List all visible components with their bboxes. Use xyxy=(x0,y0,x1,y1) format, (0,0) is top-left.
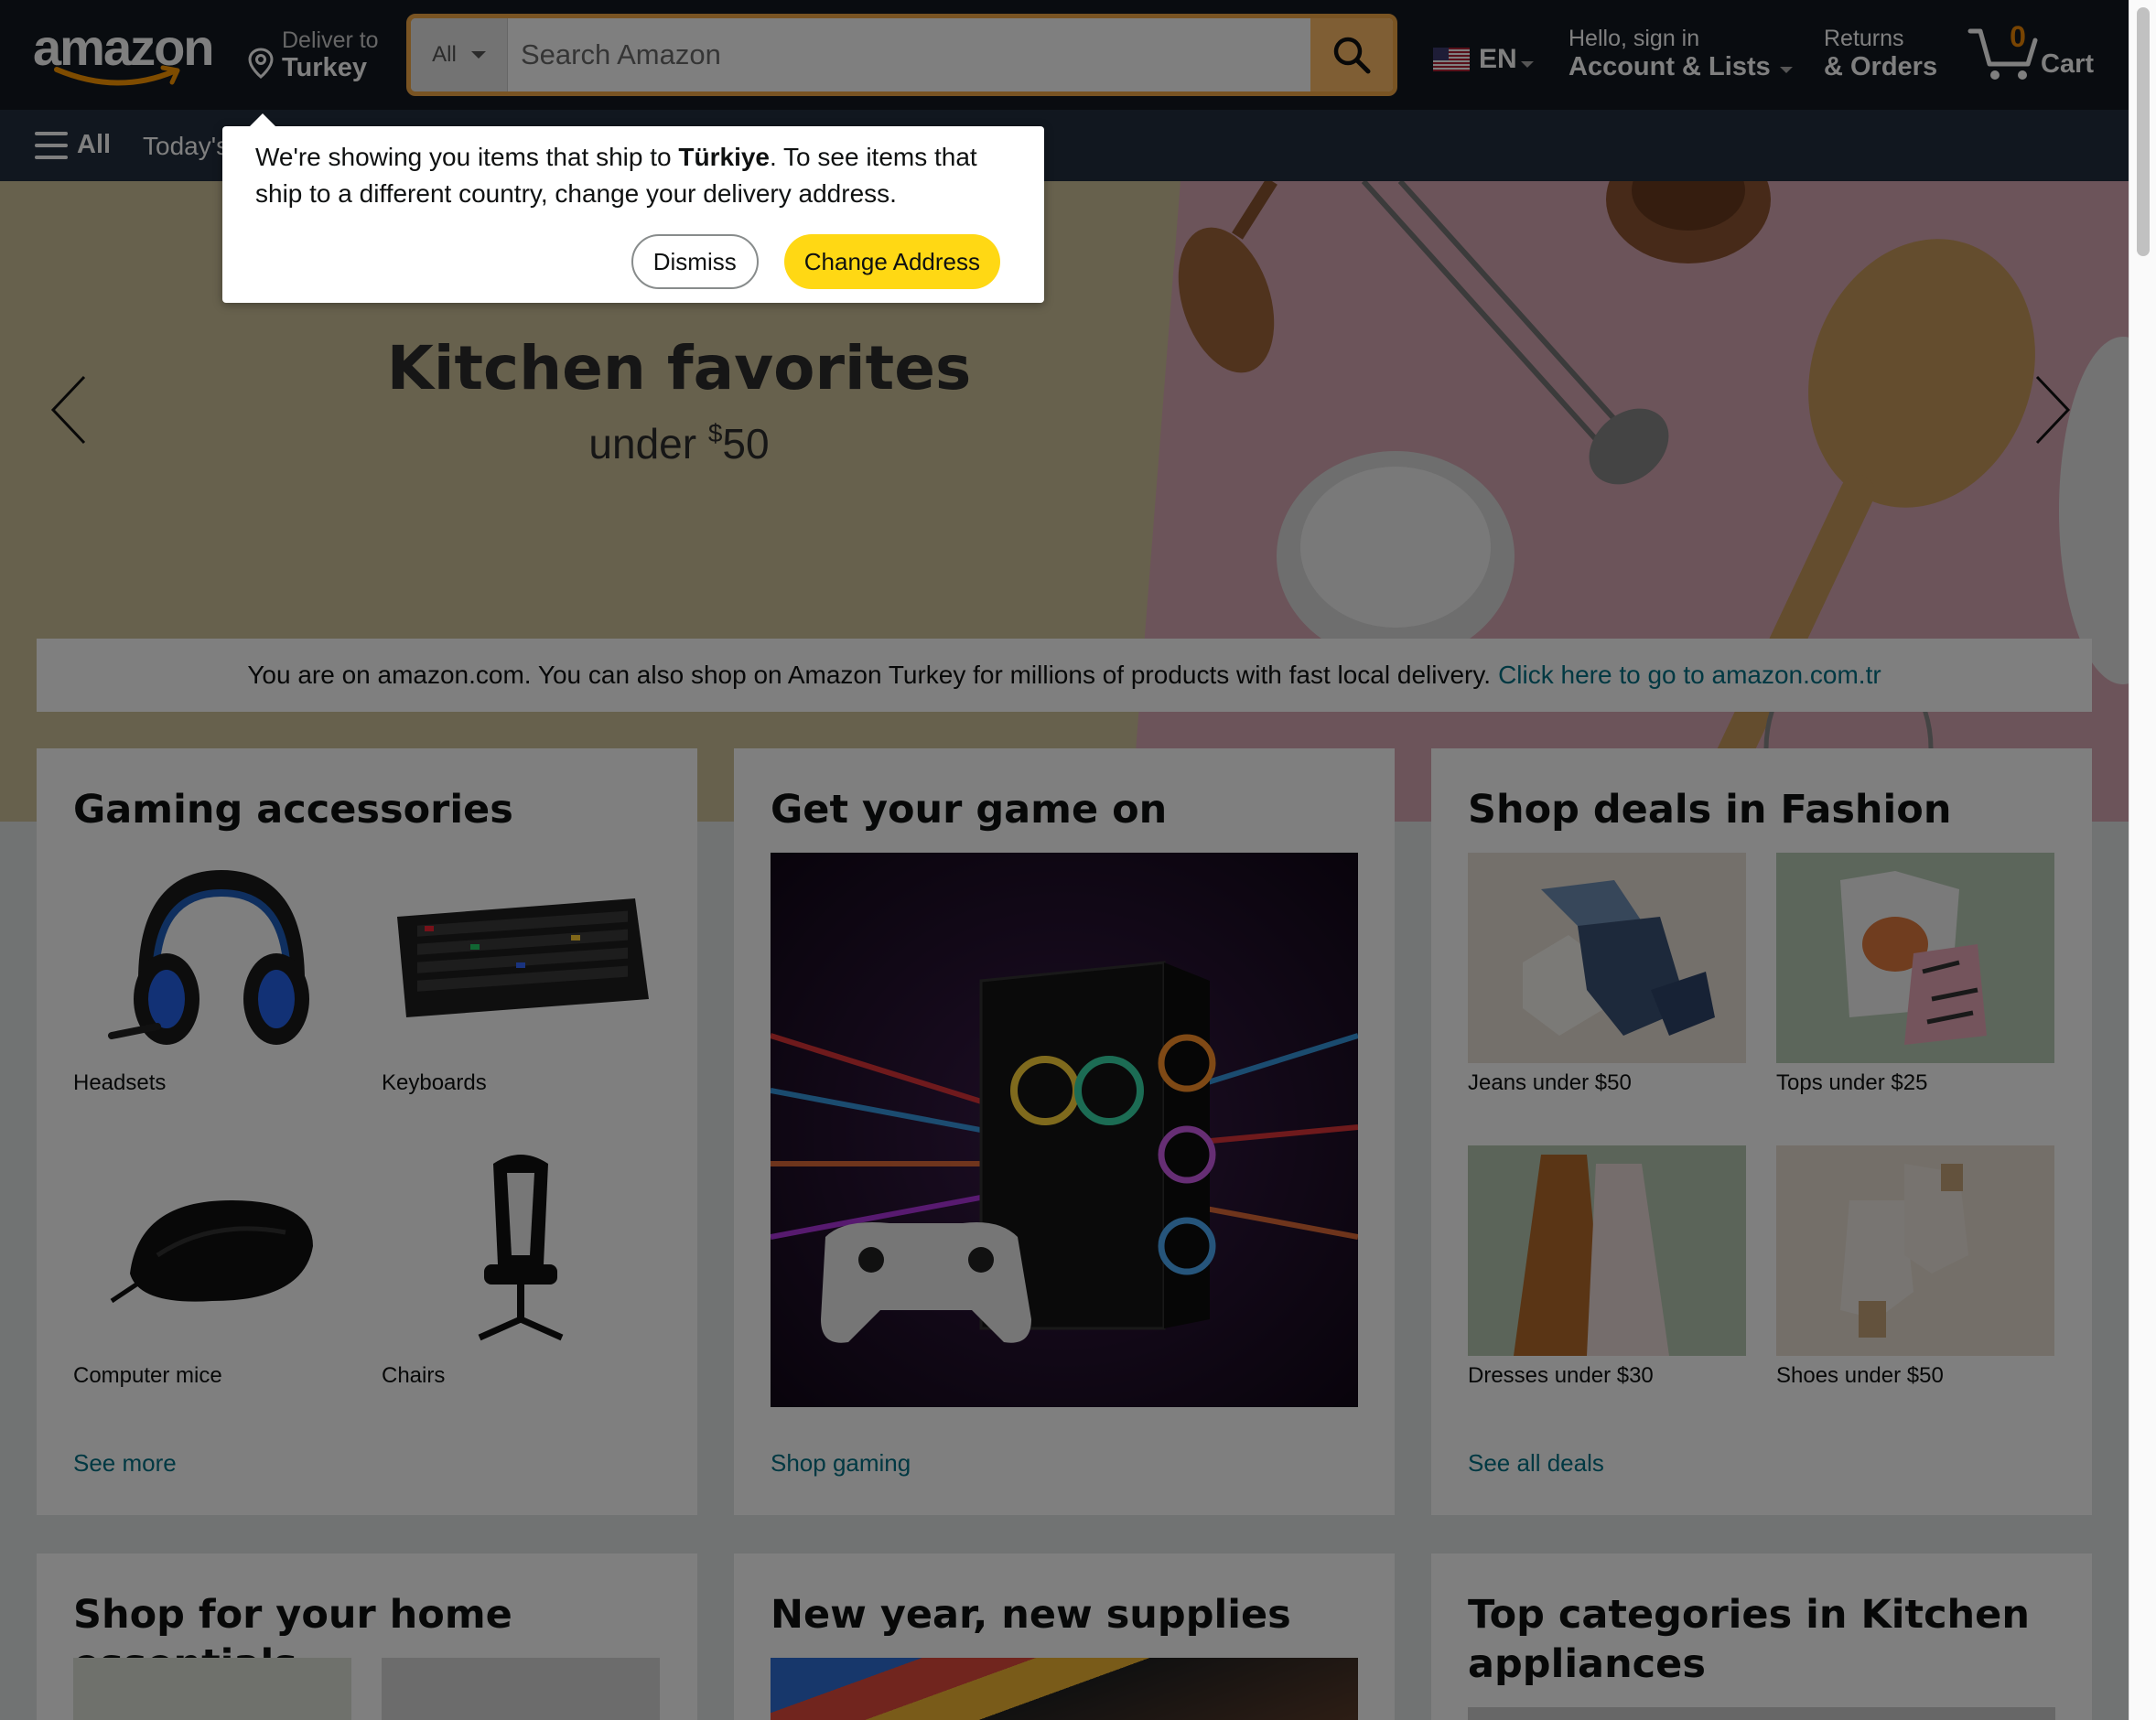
language-selector[interactable]: EN xyxy=(1433,44,1534,75)
account-greeting: Hello, sign in xyxy=(1568,26,1700,51)
popover-country: Türkiye xyxy=(678,143,770,171)
nav-todays-deals[interactable]: Today's xyxy=(143,132,229,161)
gaming-pc-image[interactable] xyxy=(771,853,1358,1407)
card-gaming-accessories: Gaming accessories Headsets Keyboards Co… xyxy=(37,748,697,1515)
card-item-headsets[interactable]: Headsets xyxy=(73,853,351,1096)
card-kitchen-appliances: Top categories in Kitchen appliances xyxy=(1431,1553,2092,1720)
card-item-label: Headsets xyxy=(73,1070,167,1095)
logo-smile-icon xyxy=(54,65,180,86)
caret-down-icon xyxy=(470,51,486,59)
chevron-left-icon[interactable] xyxy=(48,373,90,446)
magnifier-icon xyxy=(1333,37,1371,74)
home-essentials-image-1[interactable] xyxy=(73,1658,351,1720)
card-item-chairs[interactable]: Chairs xyxy=(382,1145,660,1389)
supplies-image[interactable] xyxy=(771,1658,1358,1720)
card-title: Gaming accessories xyxy=(73,787,513,833)
locale-info-bar: You are on amazon.com. You can also shop… xyxy=(37,639,2092,712)
shop-gaming-link[interactable]: Shop gaming xyxy=(771,1449,911,1478)
see-all-deals-link[interactable]: See all deals xyxy=(1468,1449,1604,1478)
card-item-label: Chairs xyxy=(382,1363,446,1388)
computer-mouse-image xyxy=(73,1145,351,1356)
returns-orders[interactable]: Returns & Orders xyxy=(1824,26,1952,82)
hamburger-icon xyxy=(35,131,68,159)
card-shop-deals-fashion: Shop deals in Fashion Jeans under $50 To… xyxy=(1431,748,2092,1515)
account-label-row: Account & Lists xyxy=(1568,52,1797,82)
page-scrollbar[interactable] xyxy=(2129,0,2156,1720)
hero-title: Kitchen favorites xyxy=(386,333,972,403)
nav-belt: amazon Deliver to Turkey All Search Amaz… xyxy=(0,0,2129,110)
card-item-label: Tops under $25 xyxy=(1776,1070,1928,1095)
card-new-year-supplies: New year, new supplies xyxy=(734,1553,1395,1720)
kitchen-appliances-image[interactable] xyxy=(1468,1707,2055,1720)
headset-image xyxy=(73,853,351,1063)
hero-subtitle-amount: 50 xyxy=(722,420,770,468)
card-item-jeans[interactable]: Jeans under $50 xyxy=(1468,853,1746,1096)
search-input[interactable] xyxy=(508,18,1310,91)
search-category-dropdown[interactable]: All xyxy=(411,18,508,91)
card-item-label: Keyboards xyxy=(382,1070,487,1095)
card-item-tops[interactable]: Tops under $25 xyxy=(1776,853,2054,1096)
card-home-essentials: Shop for your home essentials xyxy=(37,1553,697,1720)
hero-subtitle: under $50 xyxy=(588,419,769,468)
card-item-dresses[interactable]: Dresses under $30 xyxy=(1468,1145,1746,1389)
account-label: Account & Lists xyxy=(1568,52,1771,81)
location-pin-icon xyxy=(248,48,274,79)
orders-label: & Orders xyxy=(1824,52,1938,81)
popover-message: We're showing you items that ship to Tür… xyxy=(255,139,1011,212)
hero-subtitle-currency: $ xyxy=(707,419,723,447)
chevron-right-icon[interactable] xyxy=(2032,373,2074,446)
deliver-country: Turkey xyxy=(282,53,367,82)
search-category-label: All xyxy=(432,42,457,67)
cart-count: 0 xyxy=(2010,20,2026,53)
card-item-keyboards[interactable]: Keyboards xyxy=(382,853,660,1096)
all-menu-label: All xyxy=(77,130,112,159)
card-title: Shop deals in Fashion xyxy=(1468,787,1952,833)
card-item-label: Computer mice xyxy=(73,1363,222,1388)
see-more-link[interactable]: See more xyxy=(73,1449,177,1478)
us-flag-icon xyxy=(1433,48,1470,71)
ship-to-popover: We're showing you items that ship to Tür… xyxy=(222,113,1044,303)
card-title: Top categories in Kitchen appliances xyxy=(1468,1592,2030,1687)
search-bar: All xyxy=(406,14,1397,96)
cart-label: Cart xyxy=(2041,49,2095,79)
all-menu-button[interactable]: All xyxy=(35,130,111,160)
card-title: Get your game on xyxy=(771,787,1168,833)
account-lists[interactable]: Hello, sign in Account & Lists xyxy=(1568,26,1797,82)
card-item-shoes[interactable]: Shoes under $50 xyxy=(1776,1145,2054,1389)
home-essentials-image-2[interactable] xyxy=(382,1658,660,1720)
language-code: EN xyxy=(1479,44,1517,74)
amazon-tr-link[interactable]: Click here to go to amazon.com.tr xyxy=(1498,661,1881,690)
change-address-button[interactable]: Change Address xyxy=(783,234,1000,289)
keyboard-image xyxy=(382,853,660,1063)
card-title: New year, new supplies xyxy=(771,1592,1291,1638)
card-item-label: Shoes under $50 xyxy=(1776,1363,1944,1388)
jeans-image xyxy=(1468,853,1746,1063)
dresses-image xyxy=(1468,1145,1746,1356)
card-item-computer-mice[interactable]: Computer mice xyxy=(73,1145,351,1389)
returns-label: Returns xyxy=(1824,26,1904,51)
card-item-label: Dresses under $30 xyxy=(1468,1363,1654,1388)
amazon-logo[interactable]: amazon xyxy=(33,18,216,91)
deliver-to[interactable]: Deliver to Turkey xyxy=(245,26,383,90)
dismiss-button[interactable]: Dismiss xyxy=(631,234,759,289)
hero-subtitle-prefix: under xyxy=(588,420,708,468)
shoes-image xyxy=(1776,1145,2054,1356)
gaming-chair-image xyxy=(382,1145,660,1356)
caret-down-icon xyxy=(1520,60,1534,68)
locale-info-text: You are on amazon.com. You can also shop… xyxy=(247,661,1492,689)
tops-image xyxy=(1776,853,2054,1063)
deliver-label: Deliver to xyxy=(282,27,379,53)
caret-down-icon xyxy=(1779,67,1793,73)
card-item-label: Jeans under $50 xyxy=(1468,1070,1632,1095)
card-get-your-game-on: Get your game on Shop gaming xyxy=(734,748,1395,1515)
popover-buttons: Dismiss Change Address xyxy=(631,234,1000,289)
search-button[interactable] xyxy=(1310,18,1393,91)
scrollbar-thumb[interactable] xyxy=(2137,7,2150,256)
popover-message-part1: We're showing you items that ship to xyxy=(255,143,679,171)
cart[interactable]: 0 Cart xyxy=(1967,20,2096,90)
kitchen-utensils-image xyxy=(1178,181,2129,822)
